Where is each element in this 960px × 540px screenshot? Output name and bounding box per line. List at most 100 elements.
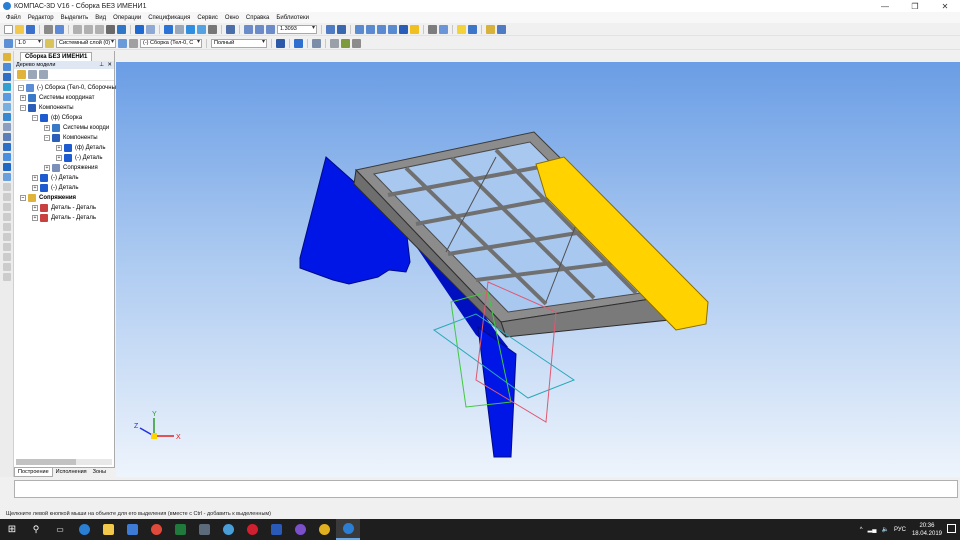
start-button[interactable]: ⊞: [0, 519, 24, 540]
fx-icon[interactable]: [197, 24, 206, 34]
kompas-taskbar-icon[interactable]: [336, 519, 360, 540]
tree-filter-icon[interactable]: [39, 70, 48, 79]
menu-view[interactable]: Вид: [95, 15, 106, 21]
rotate-icon[interactable]: [326, 24, 335, 34]
blue-support-leg[interactable]: [477, 325, 517, 458]
zoom-out-icon[interactable]: [266, 24, 275, 34]
excel-icon[interactable]: [168, 519, 192, 540]
tool-icon[interactable]: [3, 183, 11, 191]
tool-icon[interactable]: [3, 203, 11, 211]
chrome-icon[interactable]: [144, 519, 168, 540]
shaded-edges-icon[interactable]: [410, 24, 419, 34]
tool-icon[interactable]: [3, 63, 11, 71]
tree-item-mate[interactable]: + Деталь - Деталь: [32, 213, 96, 223]
menu-window[interactable]: Окно: [225, 15, 239, 21]
tree-item-root-assembly[interactable]: − (-) Сборка (Тел-0, Сборочны: [18, 83, 116, 93]
task-view-icon[interactable]: ▭: [48, 519, 72, 540]
properties-icon[interactable]: [117, 24, 126, 34]
messenger-icon[interactable]: [216, 519, 240, 540]
tree-item-mate[interactable]: + Деталь - Деталь: [32, 203, 96, 213]
tree-item-sub-components[interactable]: − Компоненты: [44, 133, 98, 143]
expand-icon[interactable]: +: [32, 205, 38, 211]
tool-icon[interactable]: [3, 93, 11, 101]
zoom-scale-combo[interactable]: 1.3093: [277, 24, 317, 34]
preview-icon[interactable]: [55, 24, 64, 34]
close-button[interactable]: ✕: [930, 0, 960, 12]
snap-icon[interactable]: [486, 24, 495, 34]
tree-item-components[interactable]: − Компоненты: [20, 103, 74, 113]
filter-icon[interactable]: [439, 24, 448, 34]
zoom-window-icon[interactable]: [255, 24, 264, 34]
component-icon[interactable]: [497, 24, 506, 34]
app-icon[interactable]: [192, 519, 216, 540]
expand-icon[interactable]: +: [32, 175, 38, 181]
manager-icon[interactable]: [164, 24, 173, 34]
minimize-button[interactable]: —: [870, 0, 900, 12]
tool-icon[interactable]: [3, 173, 11, 181]
language-indicator[interactable]: РУС: [894, 527, 906, 533]
menu-edit[interactable]: Редактор: [28, 15, 54, 21]
open-folder-icon[interactable]: [15, 24, 24, 34]
expand-icon[interactable]: +: [56, 155, 62, 161]
tab-executions[interactable]: Исполнения: [53, 468, 90, 477]
close-icon[interactable]: ✕: [107, 61, 112, 69]
perspective-icon[interactable]: [428, 24, 437, 34]
tree-item-part[interactable]: + (-) Деталь: [32, 173, 79, 183]
settings-icon[interactable]: [352, 38, 361, 48]
collapse-icon[interactable]: −: [32, 115, 38, 121]
wireframe-icon[interactable]: [366, 24, 375, 34]
tree-item-mates[interactable]: − Сопряжения: [20, 193, 76, 203]
expand-icon[interactable]: +: [20, 95, 26, 101]
orientation-icon[interactable]: [276, 38, 285, 48]
tree-item-part-fixed[interactable]: + (ф) Деталь: [56, 143, 105, 153]
display-style-icon[interactable]: [294, 38, 303, 48]
layer-state-icon[interactable]: [45, 38, 54, 48]
tree-item-sub-coordinate-systems[interactable]: + Системы коорди: [44, 123, 109, 133]
section-icon[interactable]: [330, 38, 339, 48]
menu-file[interactable]: Файл: [6, 15, 21, 21]
print-icon[interactable]: [44, 24, 53, 34]
tool-icon[interactable]: [3, 53, 11, 61]
plane-icon[interactable]: [312, 38, 321, 48]
clock[interactable]: 20:36 18.04.2019: [912, 522, 942, 538]
store-icon[interactable]: [120, 519, 144, 540]
tool-icon[interactable]: [3, 223, 11, 231]
copy-icon[interactable]: [84, 24, 93, 34]
tool-icon[interactable]: [3, 233, 11, 241]
collapse-icon[interactable]: −: [44, 135, 50, 141]
hidden-lines-icon[interactable]: [377, 24, 386, 34]
grid-icon[interactable]: [175, 24, 184, 34]
tree-item-part[interactable]: + (-) Деталь: [56, 153, 103, 163]
menu-select[interactable]: Выделить: [61, 15, 89, 21]
tool-icon[interactable]: [3, 143, 11, 151]
tool-icon[interactable]: [3, 83, 11, 91]
tool-icon[interactable]: [3, 133, 11, 141]
maximize-button[interactable]: ❐: [900, 0, 930, 12]
shaded-icon[interactable]: [399, 24, 408, 34]
menu-libraries[interactable]: Библиотеки: [276, 15, 309, 21]
measure-icon[interactable]: [208, 24, 217, 34]
collapse-icon[interactable]: −: [18, 85, 24, 91]
variables-icon[interactable]: [186, 24, 195, 34]
properties-panel[interactable]: [14, 480, 958, 498]
network-icon[interactable]: ▂▄: [868, 526, 877, 533]
menu-operations[interactable]: Операции: [113, 15, 141, 21]
expand-icon[interactable]: +: [44, 165, 50, 171]
expand-icon[interactable]: +: [32, 215, 38, 221]
expand-icon[interactable]: +: [44, 125, 50, 131]
edit-component-icon[interactable]: [129, 38, 138, 48]
tool-icon[interactable]: [3, 273, 11, 281]
tool-icon[interactable]: [3, 253, 11, 261]
tree-structure-icon[interactable]: [17, 70, 26, 79]
select-icon[interactable]: [457, 24, 466, 34]
assembly-combo[interactable]: (-) Сборка (Тел-0, С: [140, 38, 202, 48]
halftone-icon[interactable]: [388, 24, 397, 34]
tool-icon[interactable]: [3, 73, 11, 81]
undo-icon[interactable]: [135, 24, 144, 34]
layer-combo[interactable]: Системный слой (0): [56, 38, 116, 48]
format-icon[interactable]: [106, 24, 115, 34]
expand-icon[interactable]: +: [56, 145, 62, 151]
layers-icon[interactable]: [341, 38, 350, 48]
document-tab[interactable]: Сборка БЕЗ ИМЕНИ1: [20, 52, 93, 61]
edge-icon[interactable]: [72, 519, 96, 540]
